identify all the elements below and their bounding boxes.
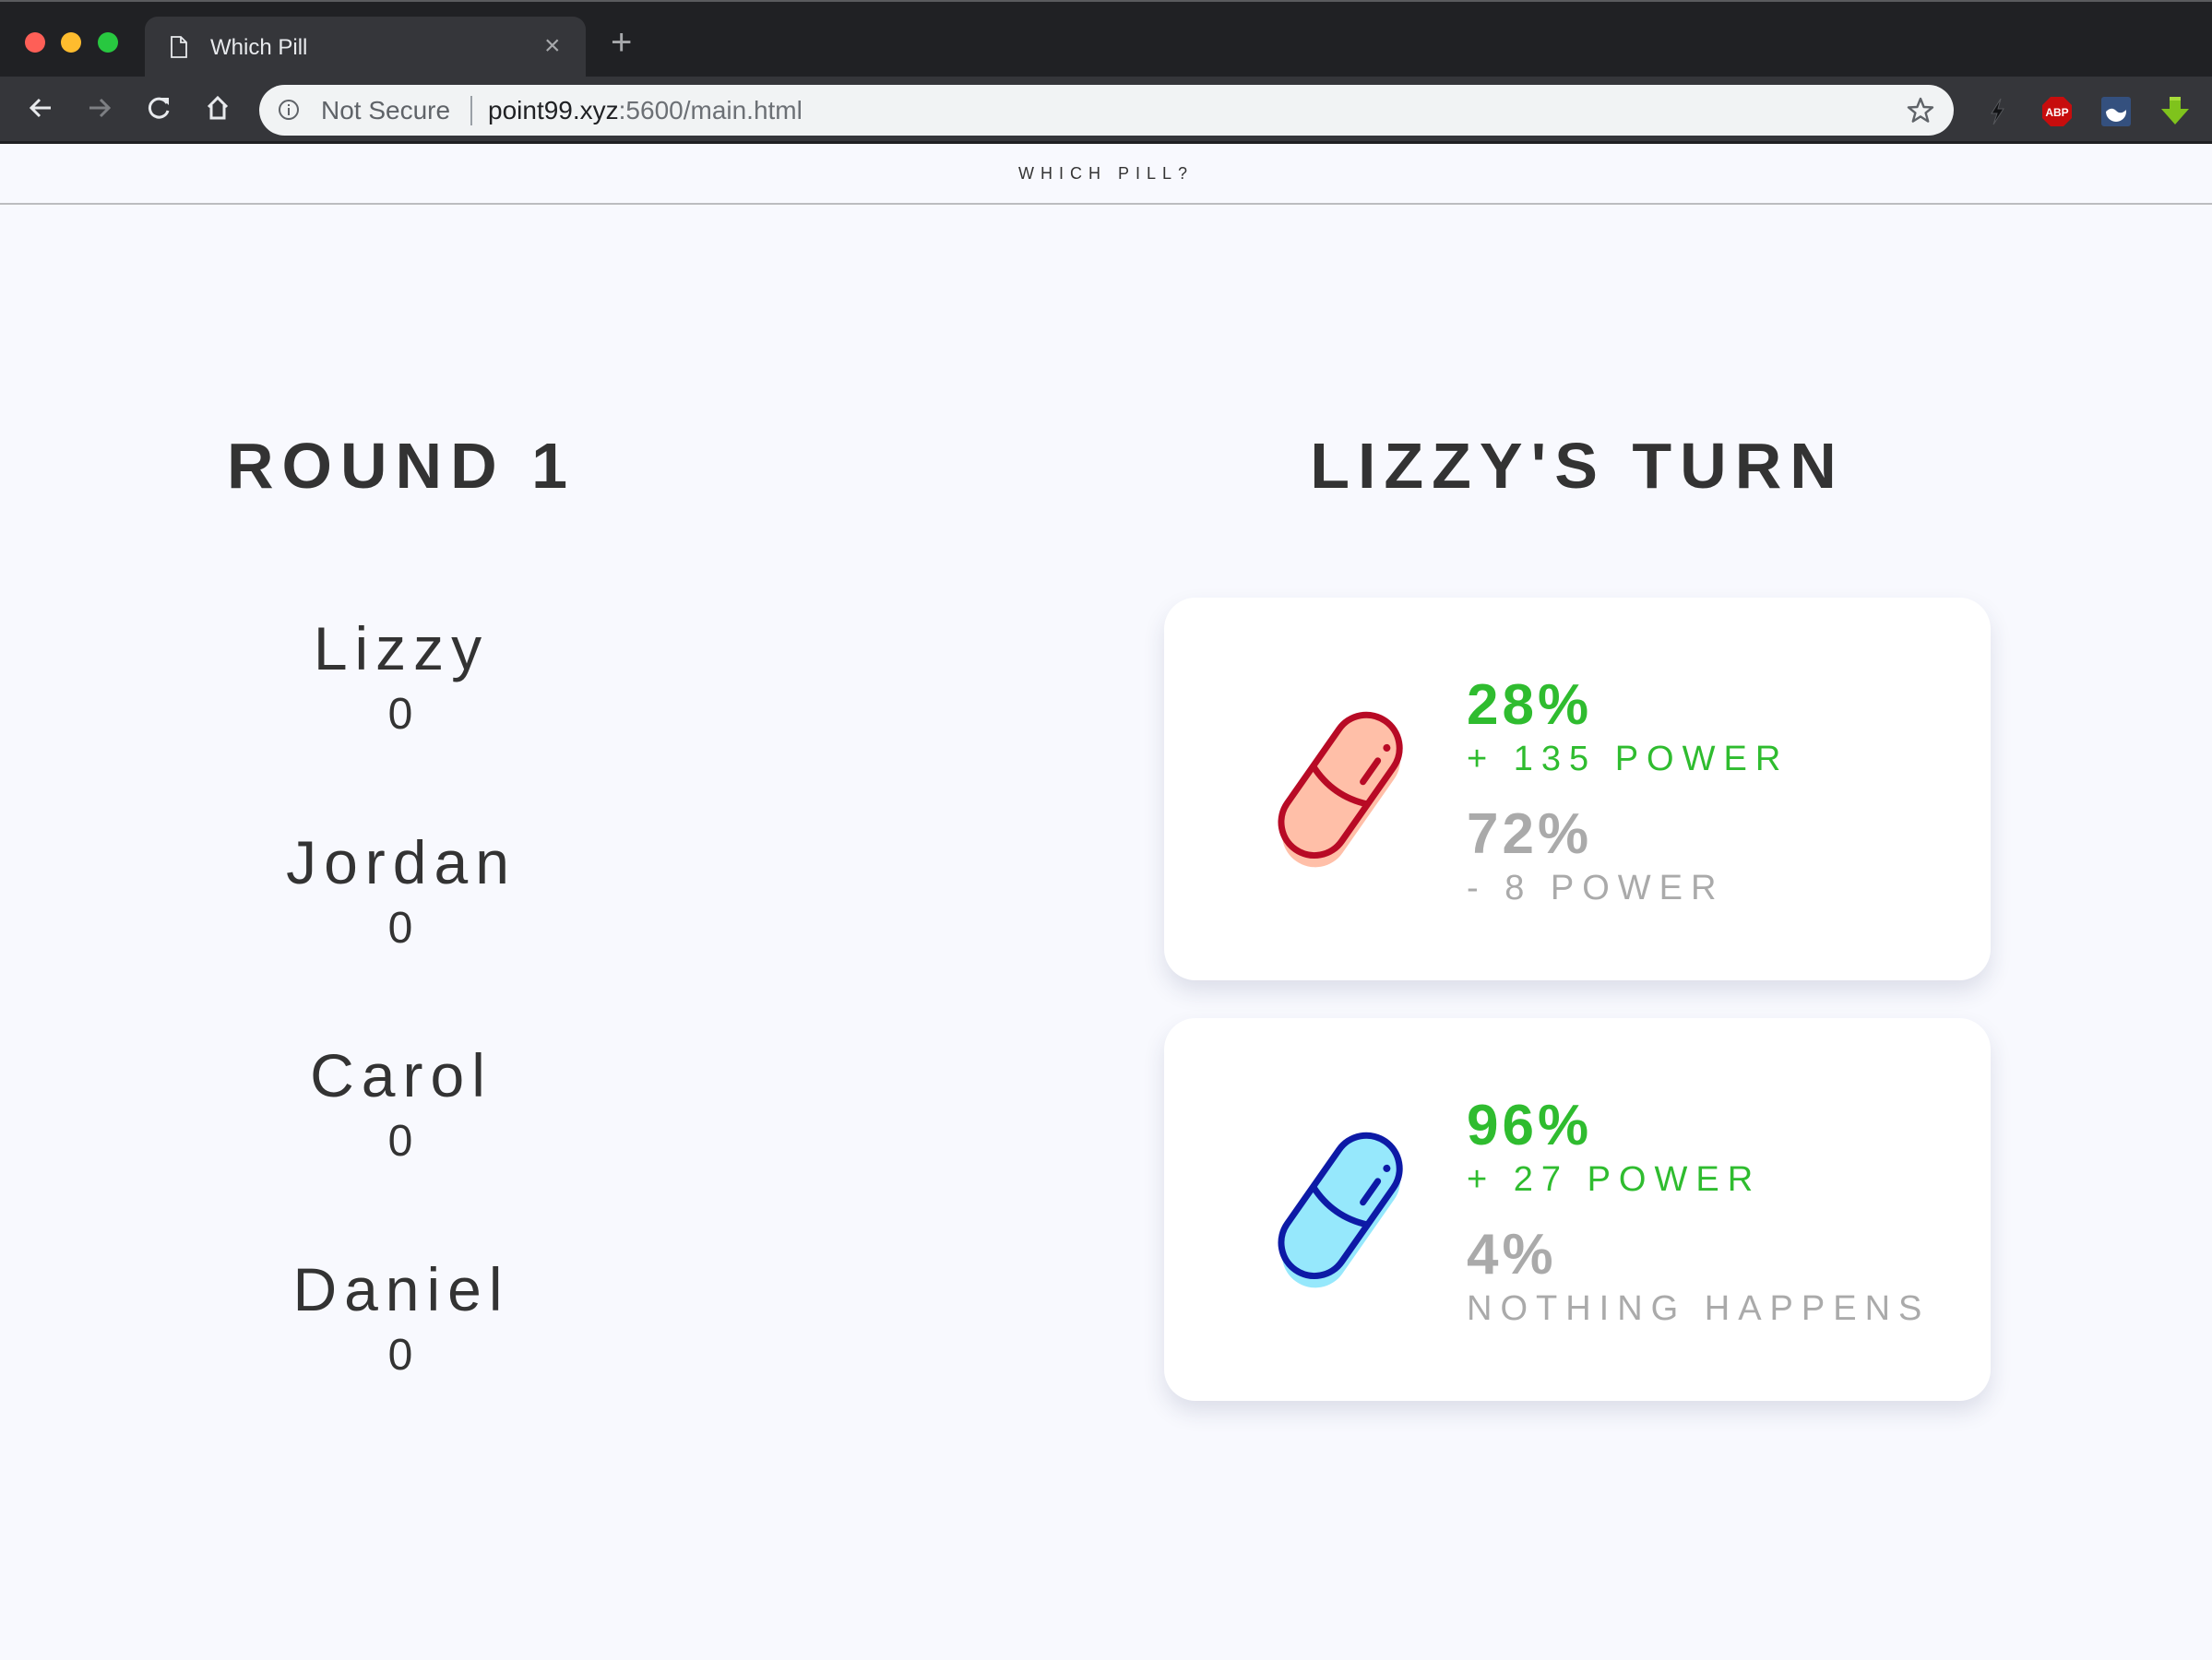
reload-button[interactable]	[138, 88, 179, 128]
player-name: Jordan	[286, 828, 517, 896]
good-chance: 28%	[1467, 673, 1593, 737]
security-label: Not Secure	[321, 96, 451, 125]
bookmark-star-icon[interactable]	[1906, 96, 1935, 125]
bad-effect: - 8 POWER	[1467, 869, 1725, 907]
player-name: Carol	[310, 1041, 493, 1109]
bad-chance: 4%	[1467, 1223, 1557, 1286]
player-carol: Carol 0	[125, 1038, 678, 1169]
document-icon	[171, 36, 187, 58]
player-score: 0	[387, 690, 415, 739]
player-lizzy: Lizzy 0	[125, 611, 678, 742]
home-icon	[207, 95, 229, 120]
bad-effect: NOTHING HAPPENS	[1467, 1289, 1931, 1328]
good-chance: 96%	[1467, 1094, 1593, 1157]
pill-odds: 96% + 27 POWER 4% NOTHING HAPPENS	[1467, 1094, 1930, 1330]
url-text[interactable]: point99.xyz:5600/main.html	[488, 95, 803, 126]
pill-card-blue[interactable]: 96% + 27 POWER 4% NOTHING HAPPENS	[1164, 1018, 1991, 1401]
player-score: 0	[387, 904, 415, 953]
good-effect: + 135 POWER	[1467, 740, 1790, 778]
tab-close-icon[interactable]: ×	[544, 30, 561, 63]
player-jordan: Jordan 0	[125, 825, 678, 956]
red-pill-icon	[1278, 711, 1403, 868]
blue-pill-icon	[1278, 1132, 1403, 1288]
back-button[interactable]	[20, 88, 61, 128]
address-bar[interactable]: Not Secure point99.xyz:5600/main.html	[259, 85, 1954, 136]
window-close-button[interactable]	[25, 32, 45, 53]
omnibox-divider	[470, 96, 472, 125]
url-host: point99.xyz	[488, 96, 619, 125]
info-icon[interactable]	[278, 99, 300, 121]
player-score: 0	[387, 1117, 415, 1166]
download-arrow-icon[interactable]	[2159, 96, 2191, 127]
url-path: :5600/main.html	[618, 96, 803, 125]
extension-circle-icon[interactable]	[2100, 96, 2132, 127]
player-daniel: Daniel 0	[125, 1252, 678, 1383]
forward-button[interactable]	[79, 88, 120, 128]
window-minimize-button[interactable]	[61, 32, 81, 53]
window-maximize-button[interactable]	[98, 32, 118, 53]
browser-tab[interactable]: Which Pill ×	[145, 17, 586, 78]
browser-toolbar: Not Secure point99.xyz:5600/main.html AB…	[0, 77, 2212, 144]
svg-text:ABP: ABP	[2045, 106, 2068, 119]
arrow-left-icon	[29, 98, 51, 118]
pill-card-red[interactable]: 28% + 135 POWER 72% - 8 POWER	[1164, 598, 1991, 980]
player-score: 0	[387, 1331, 415, 1380]
pill-odds: 28% + 135 POWER 72% - 8 POWER	[1467, 673, 1789, 909]
arrow-right-icon	[89, 98, 112, 118]
home-button[interactable]	[197, 88, 238, 128]
new-tab-button[interactable]: +	[611, 24, 632, 61]
good-effect: + 27 POWER	[1467, 1160, 1762, 1199]
player-name: Lizzy	[313, 614, 490, 682]
round-title: ROUND 1	[226, 430, 577, 502]
player-name: Daniel	[292, 1255, 510, 1323]
bad-chance: 72%	[1467, 802, 1593, 866]
turn-title: LIZZY'S TURN	[1310, 430, 1845, 502]
tab-title: Which Pill	[210, 35, 308, 60]
bolt-icon[interactable]	[1982, 96, 2014, 127]
site-header: WHICH PILL?	[0, 144, 2212, 205]
browser-tab-bar: Which Pill × +	[0, 0, 2212, 78]
adblock-plus-icon[interactable]: ABP	[2041, 96, 2073, 127]
site-brand[interactable]: WHICH PILL?	[1018, 164, 1194, 184]
reload-icon	[148, 97, 170, 119]
